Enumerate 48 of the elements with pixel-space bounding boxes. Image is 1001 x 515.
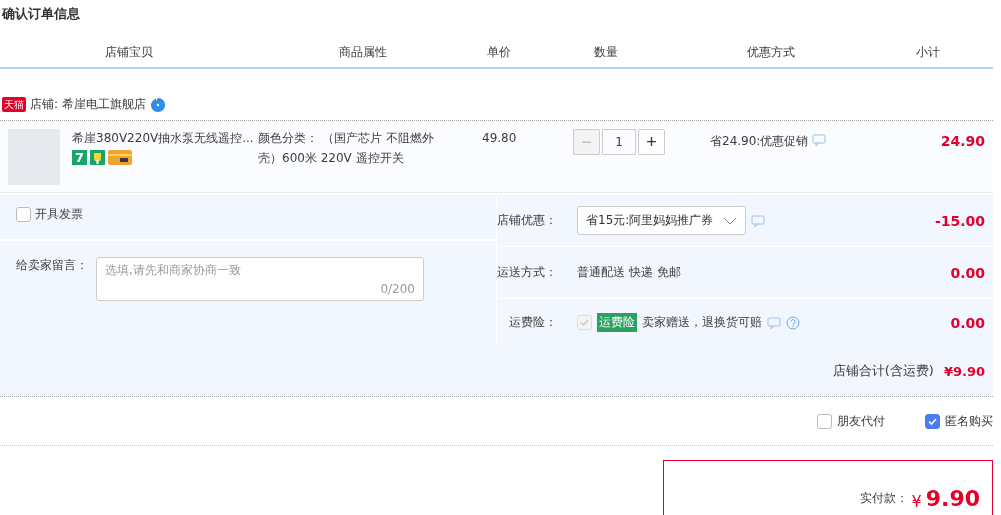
page-title: 确认订单信息 bbox=[0, 5, 81, 23]
checkbox-label: 朋友代付 bbox=[837, 412, 885, 430]
coupon-select[interactable]: 省15元:阿里妈妈推广券 bbox=[577, 206, 747, 235]
checkbox-label: 匿名购买 bbox=[945, 412, 993, 430]
option-amount: -15.00 bbox=[933, 212, 985, 229]
increase-button[interactable]: + bbox=[638, 129, 665, 155]
payment-amount: 9.90 bbox=[925, 486, 980, 511]
shipping-method: 普通配送 快递 免邮 bbox=[577, 264, 681, 281]
store-total-label: 店铺合计(含运费) bbox=[832, 362, 934, 380]
column-header: 小计 bbox=[914, 43, 941, 61]
chat-icon[interactable] bbox=[149, 96, 166, 113]
payment-label: 实付款： bbox=[859, 490, 908, 507]
column-header: 店铺宝贝 bbox=[103, 43, 154, 61]
character-count: 0/200 bbox=[379, 282, 415, 296]
chat-bubble-icon[interactable] bbox=[751, 213, 766, 228]
option-amount: 0.00 bbox=[949, 264, 985, 281]
unit-price: 49.80 bbox=[482, 130, 518, 147]
column-header: 商品属性 bbox=[337, 43, 388, 61]
column-header: 单价 bbox=[486, 43, 512, 61]
insurance-tag: 运费险 bbox=[597, 313, 637, 332]
store-total-amount: ¥9.90 bbox=[943, 363, 985, 379]
product-attributes: 颜色分类： （国产芯片 不阻燃外壳）600米 220V 遥控开关 bbox=[258, 130, 435, 167]
option-label: 运费险： bbox=[508, 314, 558, 331]
card-icon bbox=[108, 150, 132, 165]
promotion-text: 省24.90:优惠促销 bbox=[710, 133, 809, 150]
store-badge: 天猫 bbox=[2, 97, 26, 112]
option-label: 运送方式： bbox=[497, 264, 558, 281]
checkbox[interactable] bbox=[925, 413, 940, 429]
product-title[interactable]: 希崖380V220V抽水泵无线遥控... bbox=[72, 129, 258, 147]
option-amount: 0.00 bbox=[949, 314, 985, 331]
subtotal: 24.90 bbox=[939, 132, 986, 151]
chat-bubble-icon[interactable] bbox=[767, 315, 781, 330]
column-header: 数量 bbox=[593, 43, 619, 61]
help-icon[interactable] bbox=[786, 315, 800, 330]
invoice-label: 开具发票 bbox=[35, 205, 83, 223]
currency-sign: ¥ bbox=[911, 492, 922, 511]
chevron-down-icon bbox=[723, 216, 738, 225]
column-header: 优惠方式 bbox=[746, 43, 796, 61]
message-label: 给卖家留言： bbox=[16, 257, 88, 274]
checkbox[interactable] bbox=[16, 206, 31, 222]
insurance-text: 卖家赠送，退换货可赔 bbox=[642, 314, 762, 331]
checkbox[interactable] bbox=[817, 413, 832, 429]
service-badge: 7 bbox=[72, 150, 87, 165]
plug-icon bbox=[90, 150, 105, 165]
quantity-field[interactable]: 1 bbox=[602, 129, 636, 155]
store-name: 店铺: 希崖电工旗舰店 bbox=[30, 96, 146, 113]
chat-bubble-icon[interactable] bbox=[812, 133, 827, 147]
option-label: 店铺优惠： bbox=[497, 212, 558, 229]
